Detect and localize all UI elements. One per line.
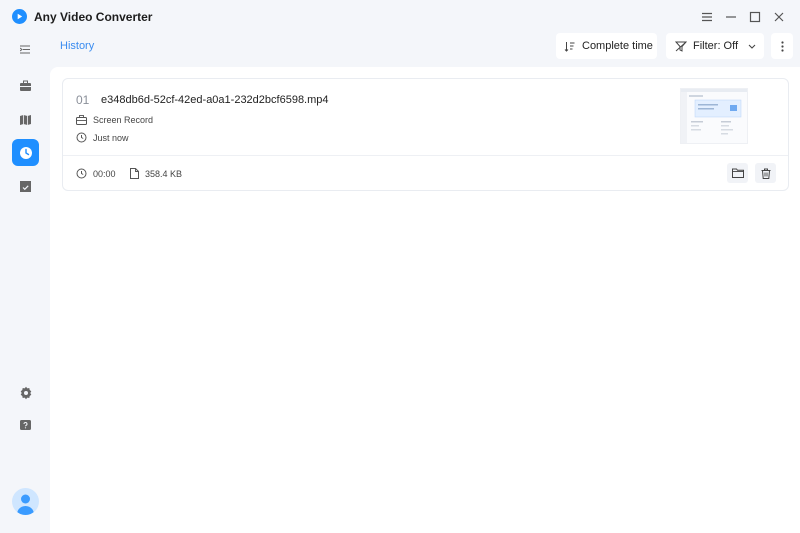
sort-button[interactable]: Complete time (556, 33, 657, 59)
gear-icon[interactable] (12, 379, 39, 406)
book-icon[interactable] (12, 106, 39, 133)
filter-label: Filter: Off (693, 40, 739, 52)
folder-icon (731, 168, 744, 178)
avatar[interactable] (12, 488, 39, 515)
item-size-label: 358.4 KB (145, 168, 183, 179)
more-vertical-icon (780, 40, 784, 52)
clock-icon (76, 168, 87, 179)
collapse-sidebar-icon[interactable] (12, 36, 39, 63)
item-index: 01 (76, 93, 90, 107)
help-icon[interactable] (12, 412, 39, 439)
trash-icon (761, 168, 770, 179)
item-size: 358.4 KB (130, 168, 182, 179)
card-divider (63, 155, 788, 156)
history-item[interactable]: 01 e348db6d-52cf-42ed-a0a1-232d2bcf6598.… (62, 78, 789, 191)
toolbox-icon[interactable] (12, 72, 39, 99)
title-bar: Any Video Converter (0, 0, 800, 34)
sort-icon (564, 41, 575, 52)
minimize-icon[interactable] (720, 7, 742, 27)
maximize-icon[interactable] (744, 7, 766, 27)
item-time: Just now (76, 132, 129, 143)
sort-label: Complete time (582, 40, 653, 52)
history-icon (76, 132, 87, 143)
breadcrumb: History (60, 40, 95, 52)
item-duration-label: 00:00 (93, 168, 116, 179)
filter-dropdown[interactable]: Filter: Off (666, 33, 764, 59)
item-filename: e348db6d-52cf-42ed-a0a1-232d2bcf6598.mp4 (101, 94, 329, 106)
delete-button[interactable] (755, 163, 776, 183)
open-folder-button[interactable] (727, 163, 748, 183)
history-panel: 01 e348db6d-52cf-42ed-a0a1-232d2bcf6598.… (50, 67, 800, 533)
file-icon (130, 168, 139, 179)
item-source-label: Screen Record (93, 115, 154, 125)
app-title: Any Video Converter (34, 10, 153, 24)
clock-icon[interactable] (12, 139, 39, 166)
item-source: Screen Record (76, 115, 153, 125)
app-logo-icon (12, 9, 27, 24)
item-time-label: Just now (93, 132, 129, 143)
close-icon[interactable] (768, 7, 790, 27)
item-duration: 00:00 (76, 168, 116, 179)
filter-icon (675, 41, 687, 52)
calendar-check-icon[interactable] (12, 173, 39, 200)
more-options-button[interactable] (771, 33, 793, 59)
sidebar (0, 34, 50, 533)
video-thumbnail[interactable] (680, 88, 748, 144)
chevron-down-icon (748, 44, 756, 49)
toolbox-icon (76, 115, 87, 125)
menu-icon[interactable] (696, 7, 718, 27)
